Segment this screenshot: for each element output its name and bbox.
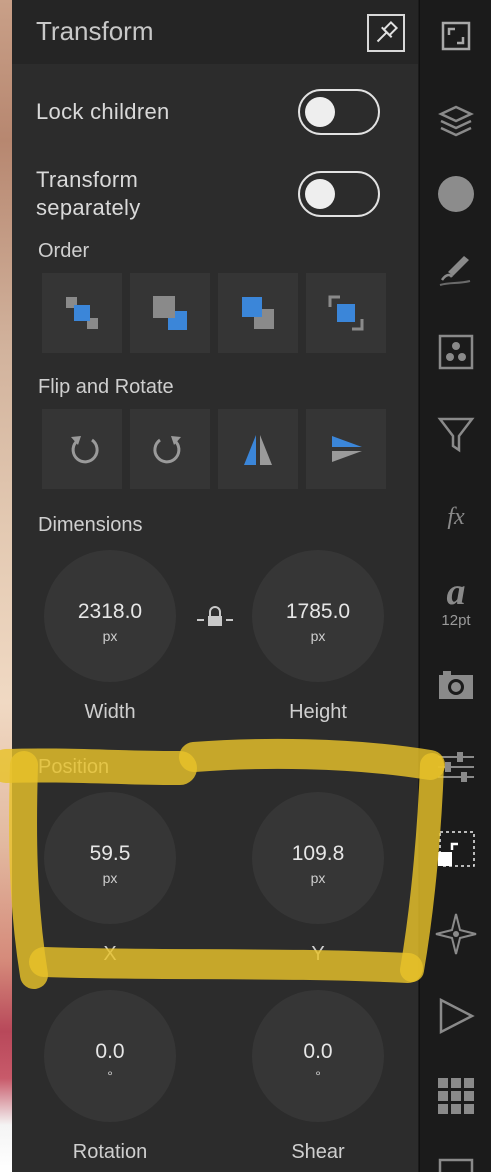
navigator-button[interactable] [434, 912, 478, 956]
aspect-lock-button[interactable] [196, 604, 234, 637]
x-unit: px [102, 870, 118, 886]
y-value: 109.8 [291, 842, 345, 865]
x-position-dial[interactable]: 59.5 px [44, 792, 176, 924]
camera-button[interactable] [434, 663, 478, 707]
lock-children-label: Lock children [36, 99, 170, 124]
pin-button[interactable] [367, 14, 405, 52]
bring-to-front-icon [66, 297, 98, 329]
transform-separately-label-line2: separately [36, 195, 141, 220]
y-position-dial[interactable]: 109.8 px [252, 792, 384, 924]
adjustments-icon [438, 752, 474, 782]
studio-toolbar: fx a 12pt [419, 0, 491, 1172]
position-section-label: Position [38, 756, 110, 778]
grid-button[interactable] [434, 1074, 478, 1118]
bring-forward-button[interactable] [130, 273, 210, 353]
transform-panel: Transform Lock children Transform separa… [12, 0, 418, 1172]
width-dial[interactable]: 2318.0 px [44, 550, 176, 682]
send-to-back-button[interactable] [306, 273, 386, 353]
font-size-label: 12pt [441, 612, 471, 629]
rotation-label: Rotation [72, 1141, 148, 1163]
brushes-button[interactable] [434, 246, 478, 290]
send-backward-button[interactable] [218, 273, 298, 353]
rotate-counterclockwise-icon [153, 436, 181, 464]
panel-title: Transform [36, 16, 154, 46]
svg-text:fx: fx [447, 504, 465, 530]
toggle-knob [305, 179, 335, 209]
filter-icon [437, 417, 475, 453]
assets-icon [438, 334, 474, 370]
transform-separately-toggle[interactable] [298, 171, 380, 217]
play-icon [439, 997, 475, 1035]
rotate-clockwise-icon [71, 436, 99, 464]
y-label: Y [311, 943, 325, 965]
rotate-counterclockwise-button[interactable] [130, 409, 210, 489]
y-unit: px [310, 870, 326, 886]
fx-icon: fx [447, 504, 465, 530]
flip-vertical-button[interactable] [306, 409, 386, 489]
flip-horizontal-icon [244, 435, 272, 465]
shear-label: Shear [291, 1141, 345, 1163]
transform-button[interactable] [434, 828, 478, 872]
layers-icon [438, 105, 474, 137]
flip-rotate-section-label: Flip and Rotate [38, 376, 174, 398]
toggle-knob [305, 97, 335, 127]
text-style-button[interactable]: a [434, 570, 478, 614]
width-label: Width [84, 701, 136, 723]
brush-icon [439, 256, 471, 286]
grid-icon [438, 1078, 474, 1114]
filter-button[interactable] [434, 412, 478, 456]
layers-button[interactable] [434, 99, 478, 143]
width-unit: px [102, 628, 118, 644]
play-button[interactable] [434, 994, 478, 1038]
rotation-value: 0.0 [95, 1040, 125, 1063]
shear-dial[interactable]: 0.0 ° [252, 990, 384, 1122]
fullscreen-icon [441, 21, 471, 51]
flip-vertical-icon [332, 436, 362, 462]
partial-icon [438, 1158, 474, 1172]
color-button[interactable] [434, 172, 478, 216]
x-value: 59.5 [89, 842, 131, 865]
panel-header: Transform [12, 0, 418, 64]
bottom-toolbar-button[interactable] [434, 1154, 478, 1172]
pin-icon [376, 20, 399, 43]
order-section-label: Order [38, 240, 90, 262]
rotation-dial[interactable]: 0.0 ° [44, 990, 176, 1122]
shear-value: 0.0 [303, 1040, 333, 1063]
text-style-icon: a [447, 571, 466, 613]
transform-separately-label-line1: Transform [36, 167, 139, 192]
flip-horizontal-button[interactable] [218, 409, 298, 489]
adjustments-button[interactable] [434, 745, 478, 789]
assets-button[interactable] [434, 330, 478, 374]
navigator-icon [435, 913, 477, 955]
svg-text:a: a [447, 571, 466, 613]
fullscreen-button[interactable] [434, 14, 478, 58]
bring-forward-icon [153, 296, 187, 330]
camera-icon [439, 671, 473, 699]
transform-icon [438, 831, 475, 867]
lock-children-toggle[interactable] [298, 89, 380, 135]
height-label: Height [289, 701, 347, 723]
send-backward-icon [242, 297, 274, 329]
lock-icon [197, 606, 233, 626]
shear-unit: ° [315, 1068, 321, 1084]
rotation-unit: ° [107, 1068, 113, 1084]
send-to-back-icon [328, 295, 364, 331]
height-dial[interactable]: 1785.0 px [252, 550, 384, 682]
height-value: 1785.0 [285, 600, 351, 623]
height-unit: px [310, 628, 326, 644]
color-icon [438, 176, 474, 212]
dimensions-section-label: Dimensions [38, 514, 143, 536]
effects-button[interactable]: fx [434, 494, 478, 538]
x-label: X [103, 943, 117, 965]
bring-to-front-button[interactable] [42, 273, 122, 353]
width-value: 2318.0 [77, 600, 143, 623]
rotate-clockwise-button[interactable] [42, 409, 122, 489]
